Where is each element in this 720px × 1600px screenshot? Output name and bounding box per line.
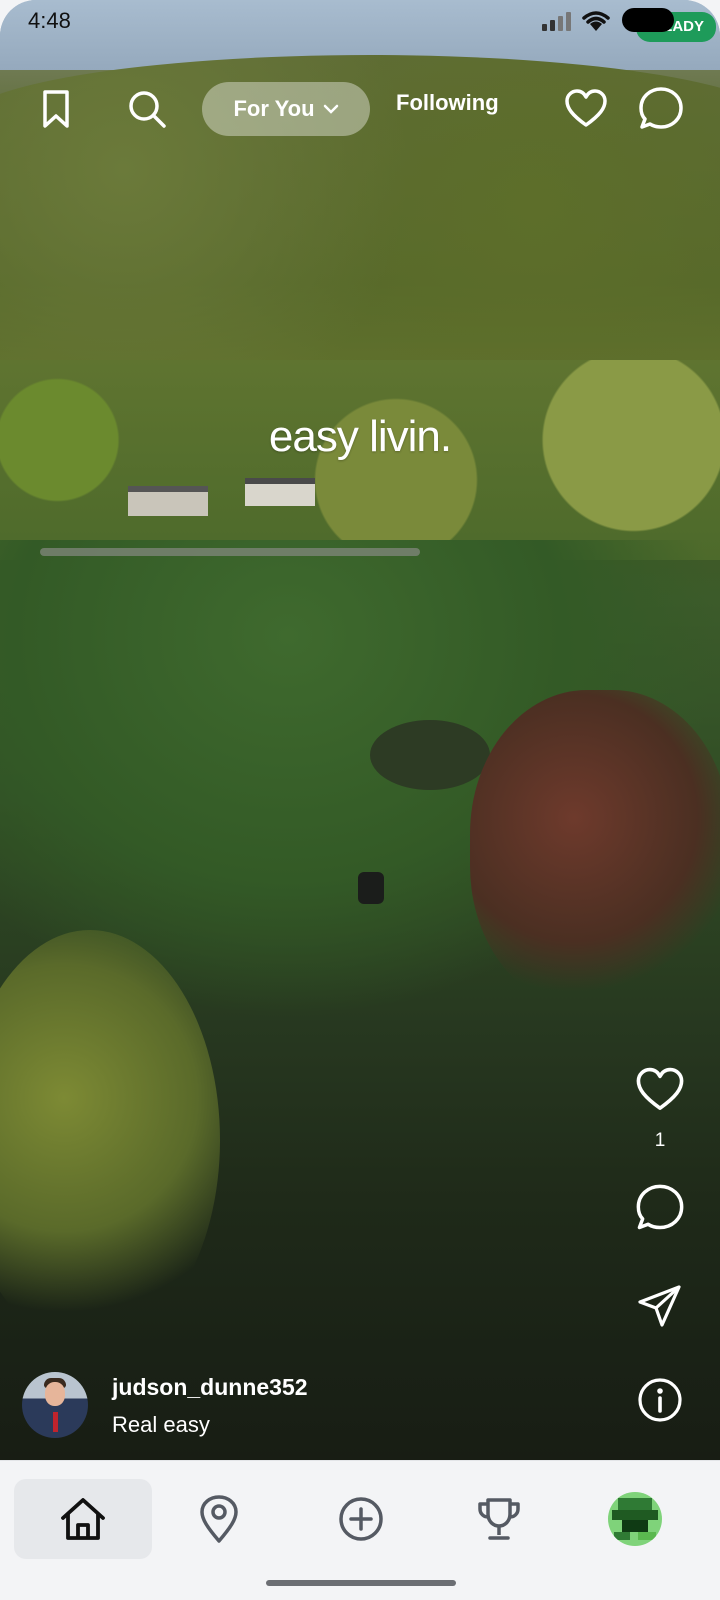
trophy-icon <box>478 1498 520 1540</box>
video-barn <box>128 486 208 516</box>
share-icon <box>638 1285 681 1327</box>
video-road <box>40 548 420 556</box>
comment-button[interactable] <box>630 1180 690 1236</box>
info-button[interactable] <box>634 1374 686 1426</box>
heart-icon <box>565 89 607 127</box>
tab-for-you-label: For You <box>233 96 315 121</box>
video-player[interactable] <box>0 0 720 1460</box>
like-count: 1 <box>654 1130 666 1151</box>
bottom-nav <box>0 1460 720 1600</box>
video-mower <box>358 872 384 904</box>
share-button[interactable] <box>632 1280 688 1332</box>
notifications-button[interactable] <box>560 82 612 136</box>
avatar-face <box>45 1382 65 1406</box>
nav-home[interactable] <box>14 1479 152 1559</box>
video-overlay-text: easy livin. <box>268 412 452 461</box>
nav-profile[interactable] <box>566 1479 704 1559</box>
search-icon <box>129 91 166 128</box>
nav-create[interactable] <box>292 1479 430 1559</box>
info-icon <box>638 1378 682 1422</box>
author-username[interactable]: judson_dunne352 <box>112 1374 308 1401</box>
nav-map[interactable] <box>150 1479 288 1559</box>
status-time: 4:48 <box>28 8 71 33</box>
search-button[interactable] <box>122 82 172 136</box>
post-caption: Real easy <box>112 1412 210 1437</box>
bookmark-icon <box>43 90 69 128</box>
tab-following[interactable]: Following <box>396 90 499 116</box>
status-bar: 4:48 READY <box>0 0 720 44</box>
avatar-tie <box>53 1412 58 1432</box>
messages-button[interactable] <box>634 82 688 136</box>
chevron-down-icon <box>323 104 338 114</box>
nav-leaderboard[interactable] <box>430 1479 568 1559</box>
signal-icon <box>542 12 571 31</box>
comment-icon <box>636 1184 684 1230</box>
top-bar: For You Following <box>0 78 720 138</box>
plus-circle-icon <box>339 1497 383 1541</box>
heart-icon <box>636 1067 684 1110</box>
video-house <box>245 478 315 506</box>
video-bush <box>370 720 490 790</box>
video-red-tree <box>470 690 720 1010</box>
camera-cutout <box>622 8 674 32</box>
like-button[interactable] <box>630 1062 690 1118</box>
home-indicator[interactable] <box>266 1580 456 1586</box>
tab-for-you[interactable]: For You <box>202 82 370 136</box>
author-avatar[interactable] <box>22 1372 88 1438</box>
chat-bubble-icon <box>639 87 683 129</box>
map-pin-icon <box>200 1495 238 1543</box>
home-icon <box>61 1498 105 1540</box>
profile-avatar <box>608 1492 662 1546</box>
wifi-icon <box>582 11 610 31</box>
bookmark-button[interactable] <box>34 82 78 136</box>
